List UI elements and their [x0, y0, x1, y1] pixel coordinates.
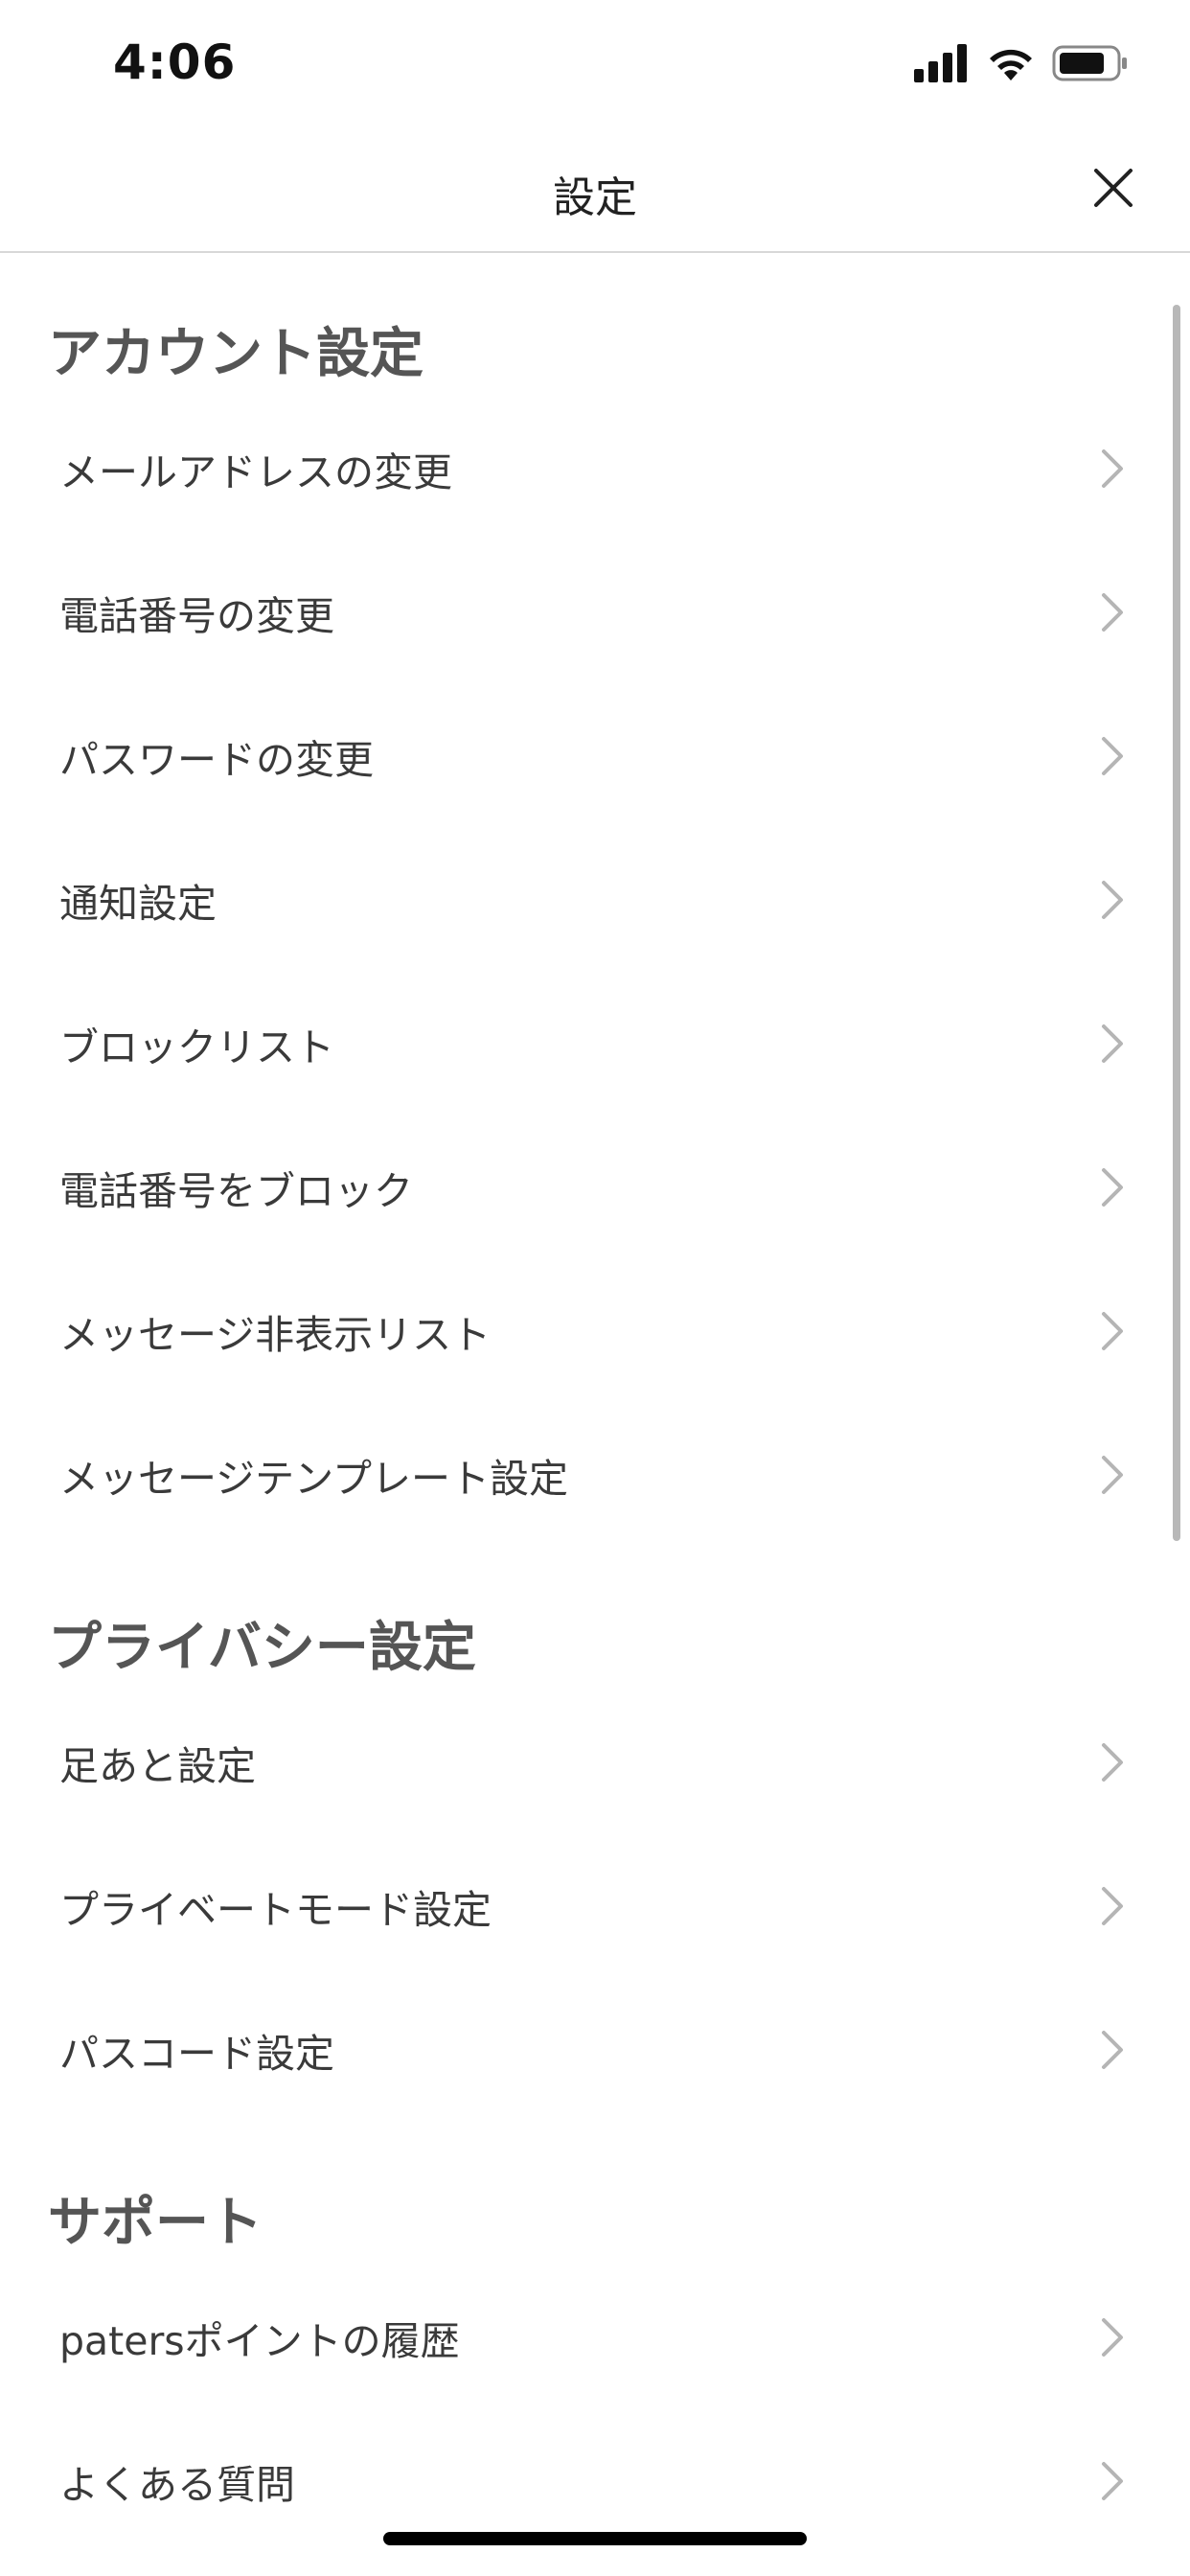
status-icons [914, 44, 1129, 86]
settings-item-label: patersポイントの履歴 [59, 2318, 460, 2364]
wifi-icon [987, 44, 1035, 86]
chevron-right-icon [1102, 449, 1123, 488]
settings-item-password[interactable]: パスワードの変更 [0, 684, 1190, 828]
settings-item-label: メッセージ非表示リスト [59, 1312, 492, 1358]
chevron-right-icon [1102, 2031, 1123, 2069]
settings-item-label: よくある質問 [59, 2462, 295, 2508]
chevron-right-icon [1102, 1024, 1123, 1063]
settings-item-label: 足あと設定 [59, 1743, 256, 1789]
chevron-right-icon [1102, 2318, 1123, 2357]
signal-icon [914, 44, 970, 86]
settings-item-label: 電話番号をブロック [59, 1168, 413, 1214]
settings-item-label: メッセージテンプレート設定 [59, 1456, 568, 1502]
settings-item-phone[interactable]: 電話番号の変更 [0, 540, 1190, 684]
chevron-right-icon [1102, 737, 1123, 775]
chevron-right-icon [1102, 1456, 1123, 1494]
close-button[interactable] [1090, 165, 1136, 211]
page-title: 設定 [553, 173, 637, 222]
close-icon [1094, 169, 1133, 207]
settings-item-label: 電話番号の変更 [59, 593, 334, 639]
chevron-right-icon [1102, 593, 1123, 632]
settings-item-email[interactable]: メールアドレスの変更 [0, 397, 1190, 540]
home-indicator[interactable] [383, 2532, 807, 2545]
settings-item-footprints[interactable]: 足あと設定 [0, 1690, 1190, 1834]
status-time: 4:06 [113, 34, 237, 90]
settings-item-label: 通知設定 [59, 881, 217, 927]
header: 設定 [0, 126, 1190, 253]
section-heading-support: サポート [48, 2192, 263, 2254]
chevron-right-icon [1102, 1887, 1123, 1925]
settings-item-notifications[interactable]: 通知設定 [0, 828, 1190, 972]
chevron-right-icon [1102, 2462, 1123, 2500]
settings-item-label: パスコード設定 [59, 2031, 334, 2077]
settings-item-label: プライベートモード設定 [59, 1887, 492, 1933]
settings-item-message-templates[interactable]: メッセージテンプレート設定 [0, 1403, 1190, 1547]
settings-item-block-phone[interactable]: 電話番号をブロック [0, 1116, 1190, 1259]
settings-item-label: メールアドレスの変更 [59, 449, 452, 495]
settings-item-passcode[interactable]: パスコード設定 [0, 1978, 1190, 2122]
settings-item-hidden-messages[interactable]: メッセージ非表示リスト [0, 1259, 1190, 1403]
settings-item-block-list[interactable]: ブロックリスト [0, 972, 1190, 1116]
settings-item-label: ブロックリスト [59, 1024, 334, 1070]
section-heading-privacy: プライバシー設定 [48, 1617, 476, 1679]
settings-item-private-mode[interactable]: プライベートモード設定 [0, 1834, 1190, 1978]
chevron-right-icon [1102, 1312, 1123, 1350]
chevron-right-icon [1102, 1168, 1123, 1207]
section-heading-account: アカウント設定 [48, 323, 423, 385]
battery-icon [1052, 44, 1129, 86]
settings-item-label: パスワードの変更 [59, 737, 374, 783]
settings-item-points-history[interactable]: patersポイントの履歴 [0, 2266, 1190, 2409]
settings-list[interactable]: アカウント設定 メールアドレスの変更 電話番号の変更 パスワードの変更 通知設定… [0, 253, 1190, 2576]
chevron-right-icon [1102, 881, 1123, 919]
status-bar: 4:06 [0, 0, 1190, 126]
chevron-right-icon [1102, 1743, 1123, 1782]
